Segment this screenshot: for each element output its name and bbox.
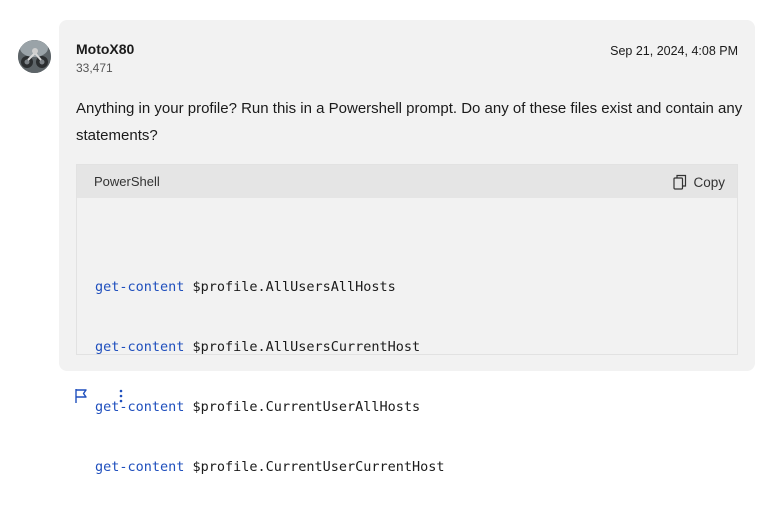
post-date: Sep 21, 2024, 4:08 PM	[610, 44, 738, 58]
flag-icon[interactable]	[74, 388, 88, 404]
code-language: PowerShell	[94, 174, 160, 189]
code-argument: $profile.AllUsersCurrentHost	[184, 339, 421, 355]
author-name[interactable]: MotoX80	[76, 41, 134, 57]
code-line: get-content $profile.CurrentUserAllHosts	[95, 397, 445, 417]
code-argument: $profile.CurrentUserCurrentHost	[184, 459, 445, 475]
code-argument: $profile.CurrentUserAllHosts	[184, 399, 421, 415]
author-points: 33,471	[76, 61, 113, 75]
copy-button[interactable]: Copy	[673, 171, 725, 193]
copy-label: Copy	[693, 174, 725, 190]
code-lines[interactable]: get-content $profile.AllUsersAllHosts ge…	[95, 237, 445, 517]
code-line: get-content $profile.AllUsersCurrentHost	[95, 337, 445, 357]
code-keyword: get-content	[95, 339, 185, 355]
user-avatar-photo-icon	[18, 40, 51, 73]
post-actions	[74, 388, 124, 404]
code-header: PowerShell Copy	[77, 165, 737, 198]
code-keyword: get-content	[95, 279, 185, 295]
copy-icon	[673, 174, 687, 190]
post-card: MotoX80 33,471 Sep 21, 2024, 4:08 PM Any…	[59, 20, 755, 475]
code-line: get-content $profile.CurrentUserCurrentH…	[95, 457, 445, 477]
author-avatar[interactable]	[18, 40, 51, 73]
post-body: Anything in your profile? Run this in a …	[76, 100, 743, 144]
code-keyword: get-content	[95, 459, 185, 475]
code-line: get-content $profile.AllUsersAllHosts	[95, 277, 445, 297]
code-block: PowerShell Copy get-content $profile.All…	[76, 164, 738, 475]
code-argument: $profile.AllUsersAllHosts	[184, 279, 396, 295]
more-vertical-icon[interactable]	[118, 388, 124, 404]
